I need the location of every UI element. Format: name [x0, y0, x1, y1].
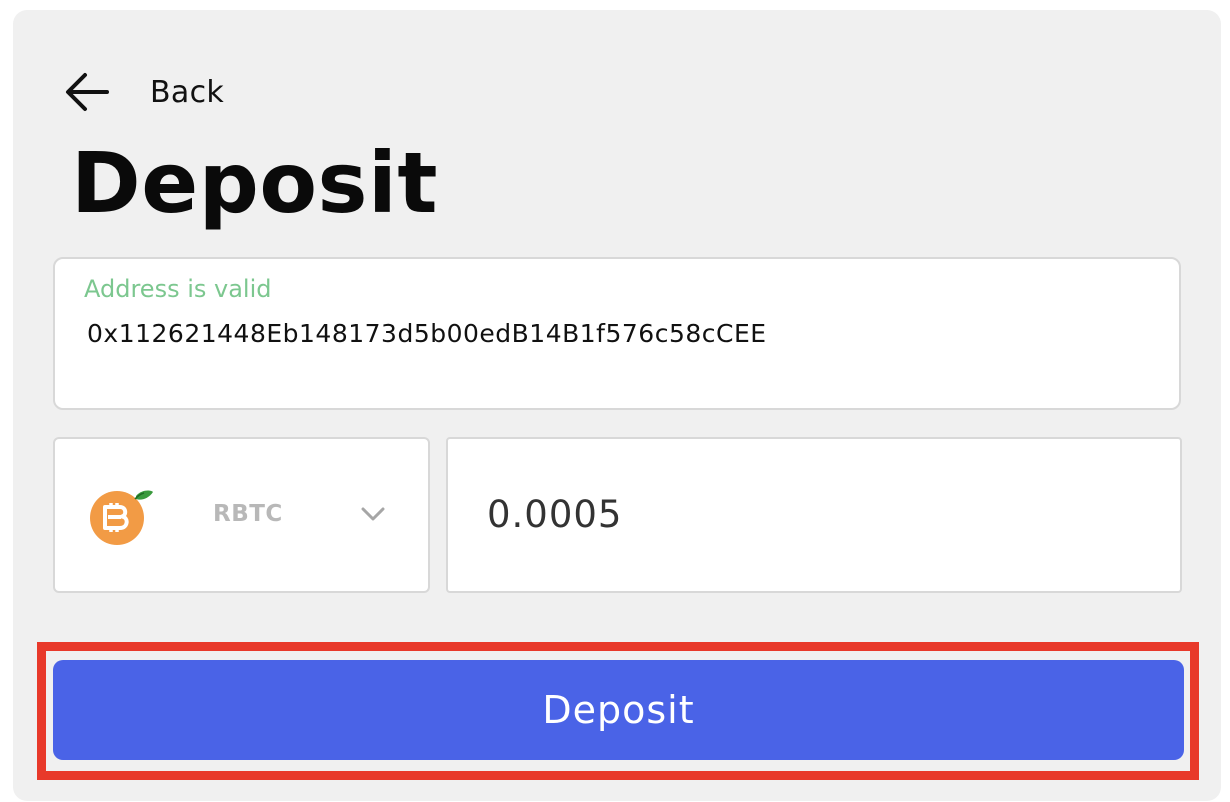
amount-input[interactable] — [487, 493, 1127, 536]
address-input[interactable] — [87, 319, 1087, 348]
deposit-button[interactable]: Deposit — [53, 660, 1184, 760]
address-field[interactable]: Address is valid — [53, 257, 1181, 410]
amount-field[interactable] — [446, 437, 1182, 593]
rbtc-coin-icon — [90, 490, 153, 545]
back-label[interactable]: Back — [150, 75, 224, 110]
page-title: Deposit — [71, 134, 438, 232]
token-select[interactable]: RBTC — [53, 437, 430, 593]
back-button[interactable]: Back — [63, 68, 224, 116]
arrow-left-icon[interactable] — [63, 68, 111, 116]
token-symbol: RBTC — [213, 501, 283, 527]
address-validation-status: Address is valid — [84, 275, 272, 303]
chevron-down-icon[interactable] — [360, 505, 386, 523]
